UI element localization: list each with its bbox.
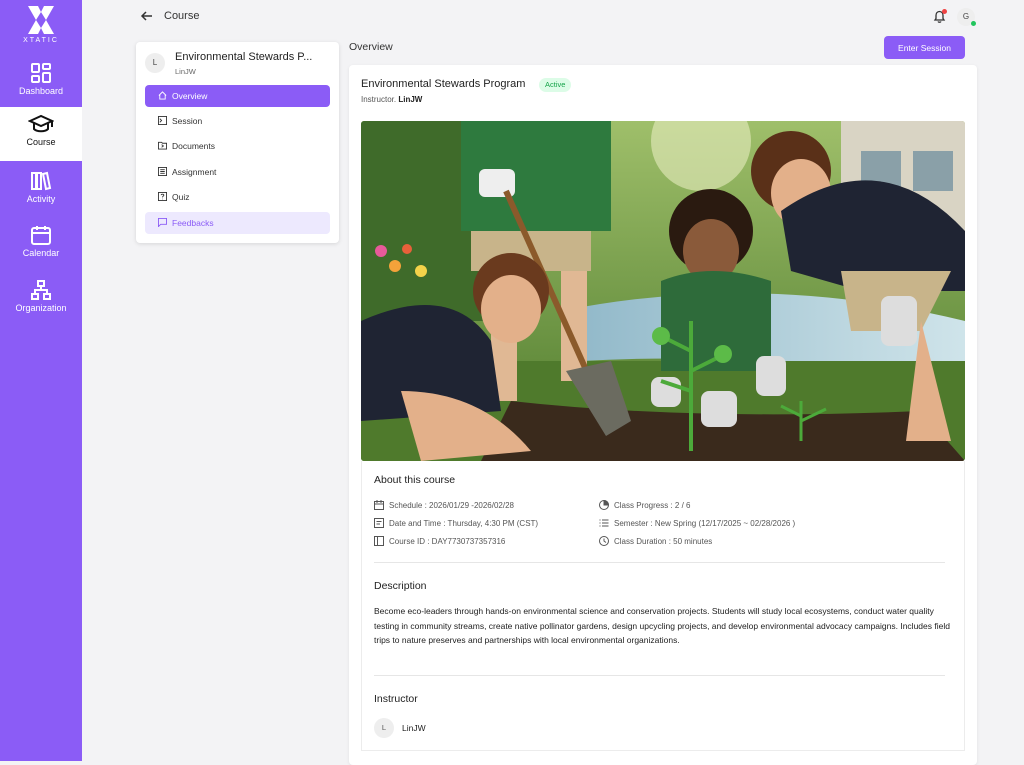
page-title: Course bbox=[164, 10, 200, 22]
description-heading: Description bbox=[374, 580, 427, 592]
course-id-text: Course ID : DAY7730737357316 bbox=[389, 537, 506, 546]
graduation-cap-icon bbox=[28, 114, 54, 133]
divider bbox=[374, 562, 945, 563]
course-details-panel: About this course Schedule : 2026/01/29 … bbox=[361, 461, 965, 751]
instructor-name-text: LinJW bbox=[402, 723, 426, 733]
course-nav-title: Environmental Stewards P... bbox=[175, 51, 313, 63]
instructor-avatar: L bbox=[374, 718, 394, 738]
course-nav-feedbacks[interactable]: Feedbacks bbox=[145, 212, 330, 234]
instructor-name: LinJW bbox=[398, 95, 423, 104]
left-rail: XTATIC Dashboard Course Activity Calenda… bbox=[0, 0, 82, 761]
list-icon bbox=[599, 519, 609, 527]
status-badge: Active bbox=[539, 78, 572, 92]
course-instructor-line: Instructor. LinJW bbox=[361, 95, 422, 104]
course-nav-documents[interactable]: Documents bbox=[145, 135, 330, 157]
course-nav-session[interactable]: Session bbox=[145, 110, 330, 132]
course-nav-quiz-label: Quiz bbox=[172, 192, 190, 202]
xtatic-logo-icon bbox=[28, 6, 54, 34]
course-avatar: L bbox=[145, 53, 165, 73]
course-nav-feedbacks-label: Feedbacks bbox=[172, 218, 214, 228]
course-overview-card: Environmental Stewards Program Active In… bbox=[349, 65, 977, 765]
clock-icon bbox=[374, 518, 384, 528]
semester-text: Semester : New Spring (12/17/2025 ~ 02/2… bbox=[614, 519, 796, 528]
online-status-dot bbox=[971, 21, 976, 26]
schedule-text: Schedule : 2026/01/29 -2026/02/28 bbox=[389, 501, 514, 510]
course-nav-session-label: Session bbox=[172, 116, 203, 126]
section-label: Overview bbox=[349, 41, 393, 53]
course-nav-card: L Environmental Stewards P... LinJW Over… bbox=[136, 42, 339, 243]
course-nav-overview-label: Overview bbox=[172, 91, 208, 101]
date-time-row: Date and Time : Thursday, 4:30 PM (CST) bbox=[374, 518, 538, 528]
dashboard-icon bbox=[31, 63, 51, 83]
divider bbox=[374, 675, 945, 676]
enter-session-button[interactable]: Enter Session bbox=[884, 36, 965, 59]
chat-icon bbox=[158, 218, 167, 228]
arrow-left-icon[interactable] bbox=[140, 9, 154, 26]
class-duration-text: Class Duration : 50 minutes bbox=[614, 537, 713, 546]
rail-item-dashboard[interactable]: Dashboard bbox=[0, 56, 82, 110]
books-icon bbox=[31, 171, 52, 191]
rail-item-course[interactable]: Course bbox=[0, 107, 82, 161]
rail-item-calendar[interactable]: Calendar bbox=[0, 218, 82, 272]
rail-item-organization[interactable]: Organization bbox=[0, 273, 82, 327]
class-progress-text: Class Progress : 2 / 6 bbox=[614, 501, 691, 510]
rail-label-activity: Activity bbox=[26, 194, 56, 204]
course-nav-documents-label: Documents bbox=[172, 141, 215, 151]
course-hero-image bbox=[361, 121, 965, 461]
rail-label-calendar: Calendar bbox=[22, 248, 60, 258]
instructor-heading: Instructor bbox=[374, 693, 418, 705]
calendar-clock-icon bbox=[374, 500, 384, 510]
course-nav-assignment[interactable]: Assignment bbox=[145, 161, 330, 183]
logo-text: XTATIC bbox=[23, 37, 59, 44]
about-heading: About this course bbox=[374, 474, 456, 486]
instructor-prefix: Instructor. bbox=[361, 95, 397, 104]
date-time-text: Date and Time : Thursday, 4:30 PM (CST) bbox=[389, 519, 539, 528]
course-nav-quiz[interactable]: Quiz bbox=[145, 186, 330, 208]
folder-icon bbox=[158, 141, 167, 150]
doc-list-icon bbox=[158, 167, 167, 176]
class-duration-row: Class Duration : 50 minutes bbox=[599, 536, 712, 546]
semester-row: Semester : New Spring (12/17/2025 ~ 02/2… bbox=[599, 518, 795, 528]
course-id-row: Course ID : DAY7730737357316 bbox=[374, 536, 505, 546]
rail-label-organization: Organization bbox=[15, 303, 67, 313]
org-chart-icon bbox=[31, 280, 51, 300]
course-nav-owner: LinJW bbox=[175, 67, 196, 76]
quiz-icon bbox=[158, 192, 167, 201]
rail-item-activity[interactable]: Activity bbox=[0, 164, 82, 218]
calendar-icon bbox=[31, 226, 51, 245]
progress-pie-icon bbox=[599, 499, 610, 510]
class-progress-row: Class Progress : 2 / 6 bbox=[599, 499, 691, 510]
rail-label-dashboard: Dashboard bbox=[18, 86, 64, 96]
course-title: Environmental Stewards Program bbox=[361, 78, 526, 90]
timer-icon bbox=[599, 536, 609, 546]
app-logo[interactable]: XTATIC bbox=[0, 4, 82, 44]
course-nav-overview[interactable]: Overview bbox=[145, 85, 330, 107]
course-description: Become eco-leaders through hands-on envi… bbox=[374, 606, 950, 645]
course-nav-assignment-label: Assignment bbox=[172, 167, 217, 177]
schedule-row: Schedule : 2026/01/29 -2026/02/28 bbox=[374, 500, 514, 510]
id-card-icon bbox=[374, 536, 384, 546]
notification-dot bbox=[942, 9, 947, 14]
home-icon bbox=[158, 91, 167, 100]
terminal-icon bbox=[158, 116, 167, 125]
rail-label-course: Course bbox=[26, 137, 56, 147]
